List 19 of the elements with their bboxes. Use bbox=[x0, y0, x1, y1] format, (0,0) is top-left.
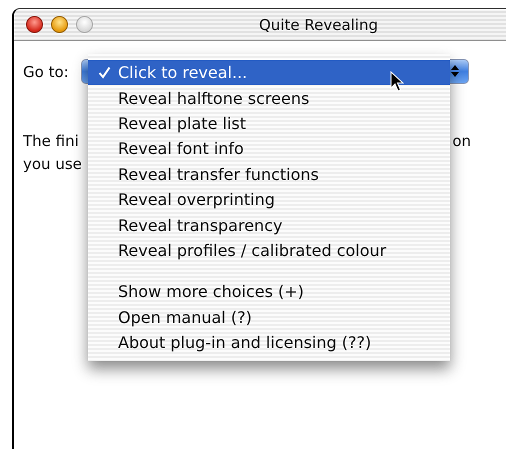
menu-item[interactable]: Click to reveal... bbox=[88, 60, 450, 86]
menu-item[interactable]: Show more choices (+) bbox=[88, 279, 450, 305]
minimize-button[interactable] bbox=[51, 16, 68, 33]
goto-label: Go to: bbox=[23, 62, 69, 80]
menu-item[interactable]: Reveal font info bbox=[88, 136, 450, 162]
close-button[interactable] bbox=[26, 16, 43, 33]
menu-item[interactable]: Reveal halftone screens bbox=[88, 85, 450, 111]
menu-item[interactable]: Reveal overprinting bbox=[88, 186, 450, 212]
description-text: on bbox=[452, 131, 471, 152]
menu-item[interactable]: Reveal profiles / calibrated colour bbox=[88, 238, 450, 264]
menu-item[interactable]: Reveal plate list bbox=[88, 110, 450, 136]
description-text: The fini bbox=[23, 131, 79, 152]
description-text: you use bbox=[23, 154, 82, 175]
menu-item[interactable]: Reveal transfer functions bbox=[88, 162, 450, 187]
window-title: Quite Revealing bbox=[259, 16, 379, 34]
menu-item[interactable]: About plug-in and licensing (??) bbox=[88, 330, 450, 356]
menu-item[interactable]: Reveal transparency bbox=[88, 212, 450, 238]
menu-item[interactable]: Open manual (?) bbox=[88, 304, 450, 330]
pointer-icon bbox=[390, 71, 404, 92]
